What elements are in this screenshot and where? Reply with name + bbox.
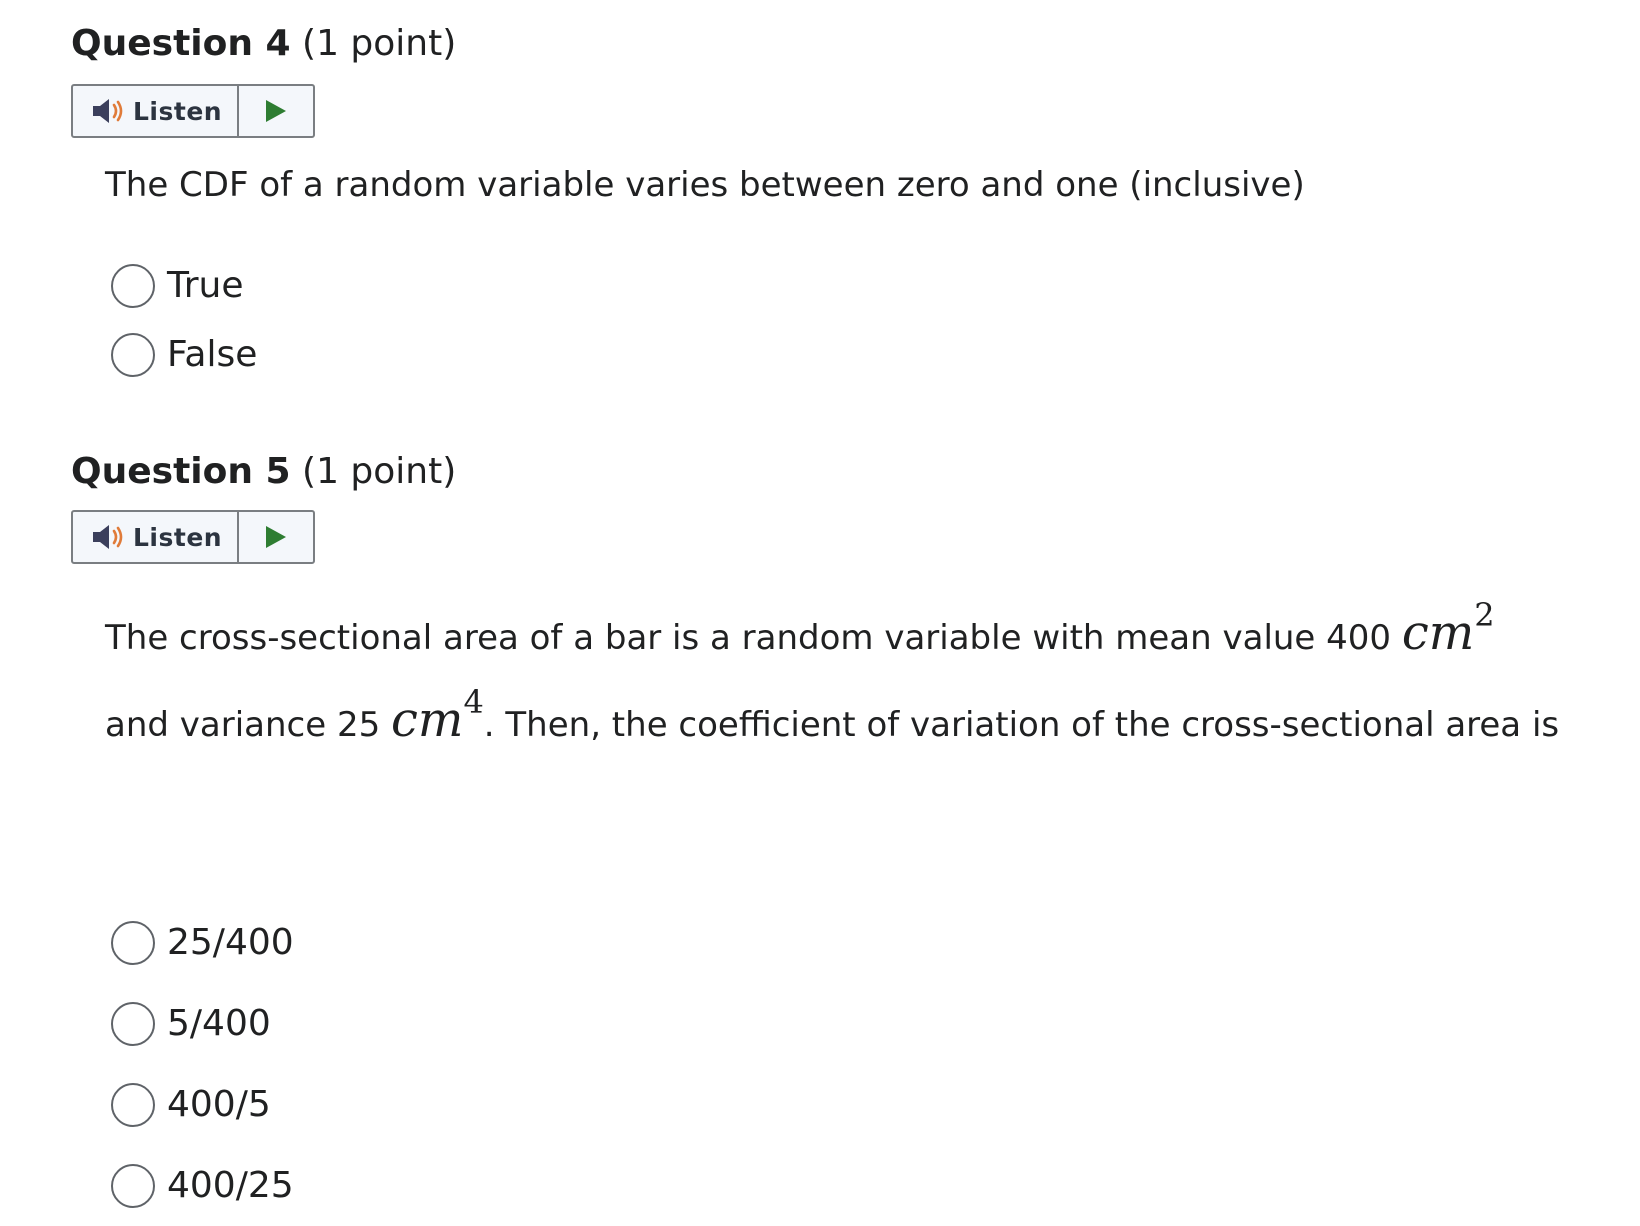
option-true[interactable]: True <box>111 251 257 320</box>
radio-button[interactable] <box>111 1082 155 1127</box>
question-5: Question 5 (1 point) Listen The cross-se… <box>71 428 1571 1208</box>
option-400-25[interactable]: 400/25 <box>111 1145 294 1226</box>
speaker-icon <box>93 525 123 549</box>
question-prompt: The CDF of a random variable varies betw… <box>105 165 1305 205</box>
question-points: (1 point) <box>302 23 457 64</box>
listen-widget: Listen <box>71 84 315 138</box>
radio-button[interactable] <box>111 332 155 377</box>
radio-button[interactable] <box>111 1001 155 1046</box>
listen-label: Listen <box>133 522 223 552</box>
prompt-text: The cross-sectional area of a bar is a r… <box>105 618 1402 658</box>
option-25-400[interactable]: 25/400 <box>111 902 294 983</box>
unit-exponent: 2 <box>1474 596 1495 634</box>
listen-button[interactable]: Listen <box>73 86 239 136</box>
radio-button[interactable] <box>111 1163 155 1208</box>
option-label: 25/400 <box>167 922 294 963</box>
play-icon <box>266 100 286 122</box>
play-button[interactable] <box>239 86 313 136</box>
play-button[interactable] <box>239 512 313 562</box>
radio-button[interactable] <box>111 263 155 308</box>
listen-button[interactable]: Listen <box>73 512 239 562</box>
listen-label: Listen <box>133 96 223 126</box>
unit-text: cm <box>1401 605 1475 661</box>
prompt-text: and variance 25 <box>105 705 392 745</box>
option-label: True <box>167 265 244 306</box>
option-5-400[interactable]: 5/400 <box>111 983 294 1064</box>
option-label: 5/400 <box>167 1003 271 1044</box>
unit-text: cm <box>391 692 464 748</box>
listen-widget: Listen <box>71 510 315 564</box>
option-label: 400/25 <box>167 1165 294 1206</box>
question-points: (1 point) <box>302 451 457 492</box>
prompt-text: . Then, the coefficient of variation of … <box>483 705 1560 745</box>
speaker-icon <box>93 99 123 123</box>
unit-exponent: 4 <box>463 683 484 721</box>
option-false[interactable]: False <box>111 320 257 389</box>
answer-options: True False <box>111 251 257 389</box>
option-label: 400/5 <box>167 1084 271 1125</box>
question-title: Question 4 (1 point) <box>71 0 1571 88</box>
question-prompt: The cross-sectional area of a bar is a r… <box>105 586 1565 760</box>
option-label: False <box>167 334 258 375</box>
question-title: Question 5 (1 point) <box>71 428 1571 516</box>
answer-options: 25/400 5/400 400/5 400/25 <box>111 902 294 1226</box>
radio-button[interactable] <box>111 920 155 965</box>
question-4: Question 4 (1 point) Listen The CDF of a… <box>71 0 1571 377</box>
unit-cm-fourth: cm4 <box>391 683 484 748</box>
option-400-5[interactable]: 400/5 <box>111 1064 294 1145</box>
question-number: Question 5 <box>71 451 291 492</box>
unit-cm-squared: cm2 <box>1401 596 1495 661</box>
question-number: Question 4 <box>71 23 291 64</box>
play-icon <box>266 526 286 548</box>
